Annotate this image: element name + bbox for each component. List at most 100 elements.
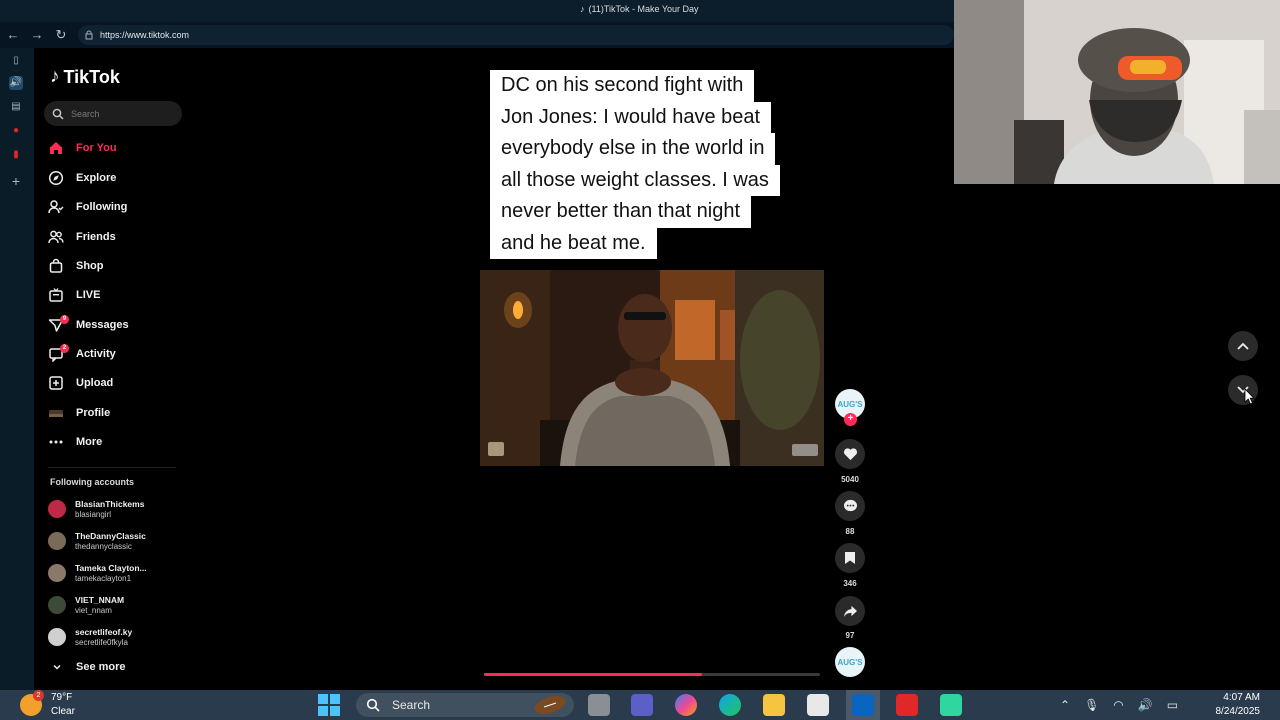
- nav-explore[interactable]: Explore: [48, 167, 116, 189]
- nav-friends[interactable]: Friends: [48, 226, 116, 248]
- browser-sidebar: [0, 48, 34, 690]
- file-explorer-icon[interactable]: [763, 694, 785, 716]
- collections-icon[interactable]: ▤: [9, 100, 23, 114]
- chevron-up-icon[interactable]: ⌃: [1060, 698, 1070, 712]
- taskbar-search[interactable]: Search: [356, 693, 574, 717]
- nav-label: Following: [76, 201, 128, 213]
- live-icon: [49, 288, 63, 302]
- upload-icon: [49, 376, 63, 390]
- account-item[interactable]: VIET_NNAM viet_nnam: [48, 590, 124, 620]
- nav-shop[interactable]: Shop: [48, 255, 104, 277]
- nav-activity[interactable]: 2 Activity: [48, 343, 116, 365]
- clock-time[interactable]: 4:07 AM: [1206, 692, 1260, 703]
- add-tab-icon[interactable]: +: [9, 174, 23, 188]
- search-input[interactable]: Search: [44, 101, 182, 126]
- following-icon: [48, 200, 64, 214]
- like-count: 5040: [841, 475, 859, 484]
- forward-arrow-icon[interactable]: →: [29, 27, 45, 43]
- account-name: VIET_NNAM: [75, 594, 125, 605]
- see-more-button[interactable]: See more: [52, 661, 126, 673]
- friends-icon: [48, 230, 64, 244]
- nav-label: Messages: [76, 319, 129, 331]
- more-icon: [49, 440, 63, 444]
- nav-profile[interactable]: Profile: [48, 402, 110, 424]
- weather-condition: Clear: [51, 706, 75, 717]
- nav-label: Shop: [76, 260, 104, 272]
- follow-plus-icon[interactable]: +: [844, 413, 857, 426]
- account-handle: secretlife0fkyla: [75, 637, 128, 647]
- comment-icon: [843, 499, 857, 512]
- football-icon: [534, 695, 566, 715]
- audio-tab-icon[interactable]: 🔊: [9, 76, 23, 90]
- nav-for-you[interactable]: For You: [48, 137, 117, 159]
- sidebar-divider: [48, 467, 176, 468]
- tiktok-logo[interactable]: ♪ TikTok: [50, 66, 120, 88]
- wifi-icon[interactable]: ◠: [1113, 698, 1123, 712]
- account-item[interactable]: Tameka Clayton... tamekaclayton1: [48, 558, 147, 588]
- reload-icon[interactable]: ↻: [53, 27, 69, 43]
- heart-icon: [843, 448, 857, 461]
- save-button[interactable]: [835, 543, 865, 573]
- video-player[interactable]: [480, 270, 824, 466]
- caption-line: never better than that night: [490, 196, 752, 228]
- volume-icon[interactable]: 🔊: [1138, 698, 1153, 712]
- nav-label: Upload: [76, 377, 114, 389]
- compass-icon: [48, 170, 64, 186]
- video-progress-fill: [484, 673, 703, 676]
- nav-upload[interactable]: Upload: [48, 372, 113, 394]
- search-placeholder: Search: [71, 108, 100, 119]
- following-accounts-heading: Following accounts: [50, 477, 135, 487]
- edge-browser-icon[interactable]: [719, 694, 741, 716]
- browser-tab[interactable]: ♪ (11)TikTok - Make Your Day: [580, 4, 699, 14]
- previous-video-button[interactable]: [1228, 331, 1258, 361]
- account-item[interactable]: secretlifeof.ky secretlife0fkyla: [48, 622, 132, 652]
- nav-label: Profile: [76, 407, 111, 419]
- share-button[interactable]: [835, 596, 865, 626]
- clock-date[interactable]: 8/24/2025: [1200, 706, 1261, 717]
- youtube-tab-icon[interactable]: ●: [9, 124, 23, 138]
- account-avatar: [48, 628, 66, 646]
- sound-avatar[interactable]: AUG'S: [835, 647, 865, 677]
- nav-messages[interactable]: 9 Messages: [48, 314, 129, 336]
- caption-line: everybody else in the world in: [490, 133, 776, 165]
- account-handle: viet_nnam: [75, 605, 112, 615]
- account-name: BlasianThickems: [75, 498, 145, 509]
- save-count: 346: [843, 579, 857, 588]
- account-item[interactable]: BlasianThickems blasiangirl: [48, 494, 144, 524]
- account-handle: tamekaclayton1: [75, 573, 132, 583]
- app-tab-icon[interactable]: ▮: [9, 148, 23, 162]
- windows-start-icon[interactable]: [318, 694, 340, 716]
- weather-badge: 2: [33, 690, 44, 701]
- account-item[interactable]: TheDannyClassic thedannyclassic: [48, 526, 146, 556]
- nav-live[interactable]: LIVE: [48, 284, 100, 306]
- nav-more[interactable]: More: [48, 431, 102, 453]
- microphone-icon[interactable]: 🎙: [1084, 698, 1099, 712]
- comment-count: 88: [845, 527, 855, 536]
- url-text: https://www.tiktok.com: [100, 30, 190, 40]
- teams-icon[interactable]: [631, 694, 653, 716]
- microsoft-store-icon[interactable]: [807, 694, 829, 716]
- like-button[interactable]: [835, 439, 865, 469]
- back-arrow-icon[interactable]: ←: [5, 27, 21, 43]
- comment-button[interactable]: [835, 491, 865, 521]
- home-icon: [50, 142, 62, 154]
- tabs-icon[interactable]: ▯: [9, 54, 23, 68]
- task-view-icon[interactable]: [588, 694, 610, 716]
- copilot-icon[interactable]: [675, 694, 697, 716]
- caption-line: DC on his second fight with: [490, 70, 755, 102]
- address-bar[interactable]: https://www.tiktok.com: [78, 25, 954, 45]
- account-handle: blasiangirl: [75, 509, 112, 519]
- share-count: 97: [845, 631, 855, 640]
- video-caption: DC on his second fight with Jon Jones: I…: [490, 70, 820, 259]
- outlook-icon[interactable]: [852, 694, 874, 716]
- nav-following[interactable]: Following: [48, 196, 127, 218]
- nav-label: Friends: [76, 231, 116, 243]
- sound-label: AUG'S: [837, 657, 863, 667]
- messages-badge: 9: [60, 315, 69, 324]
- nav-label: LIVE: [76, 289, 101, 301]
- account-avatar: [48, 500, 66, 518]
- battery-icon[interactable]: ▭: [1167, 698, 1178, 712]
- youtube-app-icon[interactable]: [896, 694, 918, 716]
- chat-app-icon[interactable]: [940, 694, 962, 716]
- share-arrow-icon: [843, 605, 857, 617]
